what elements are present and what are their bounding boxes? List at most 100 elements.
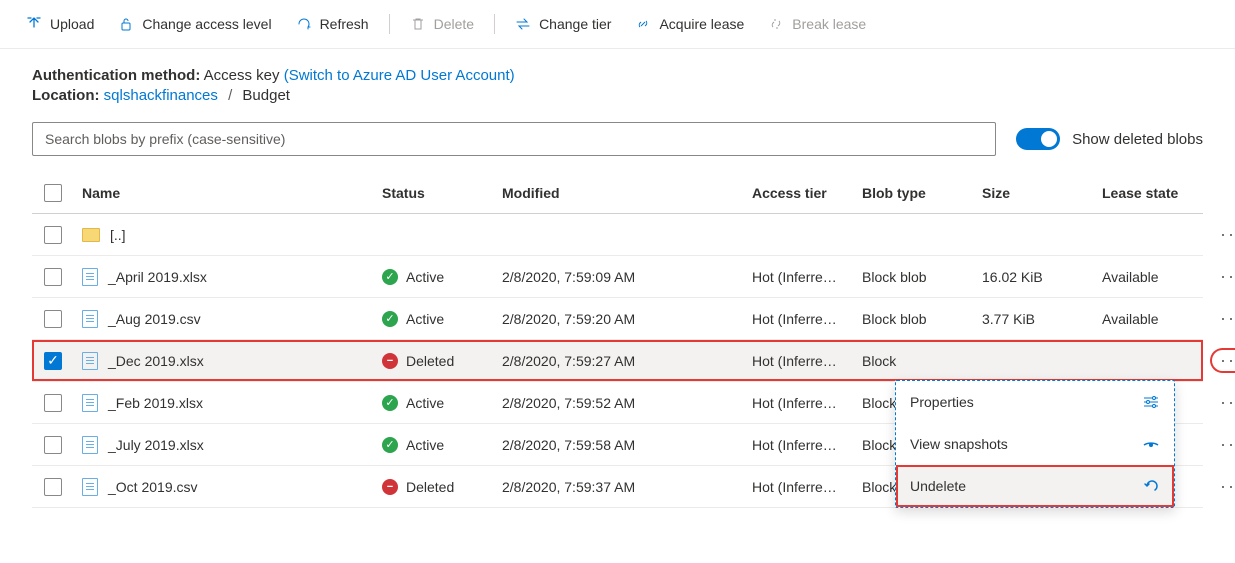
location-label: Location:	[32, 87, 100, 104]
folder-icon	[82, 228, 100, 242]
break-lease-button: Break lease	[758, 10, 876, 38]
status-deleted-icon: −	[382, 479, 398, 495]
row-checkbox[interactable]	[44, 394, 62, 412]
row-menu-button[interactable]: ···	[1212, 434, 1235, 455]
status-ok-icon: ✓	[382, 311, 398, 327]
blob-status: Active	[406, 395, 444, 411]
blob-tier: Hot (Inferre…	[752, 269, 862, 285]
blob-lease: Available	[1102, 269, 1212, 285]
sliders-icon	[1142, 393, 1160, 411]
row-checkbox[interactable]	[44, 478, 62, 496]
breadcrumb: Location: sqlshackfinances / Budget	[32, 87, 1203, 104]
context-properties[interactable]: Properties	[896, 381, 1174, 423]
eye-icon	[1142, 435, 1160, 453]
break-lease-label: Break lease	[792, 16, 866, 32]
delete-label: Delete	[434, 16, 474, 32]
row-checkbox[interactable]	[44, 436, 62, 454]
blob-size: 3.77 KiB	[982, 311, 1102, 327]
file-icon	[82, 352, 98, 370]
table-row[interactable]: ✓_Dec 2019.xlsx−Deleted2/8/2020, 7:59:27…	[32, 340, 1203, 382]
status-deleted-icon: −	[382, 353, 398, 369]
blob-modified: 2/8/2020, 7:59:52 AM	[502, 395, 752, 411]
file-icon	[82, 268, 98, 286]
blob-type: Block	[862, 353, 982, 369]
refresh-icon	[296, 16, 312, 32]
blob-lease: Available	[1102, 311, 1212, 327]
change-tier-label: Change tier	[539, 16, 611, 32]
switch-auth-link[interactable]: (Switch to Azure AD User Account)	[284, 67, 515, 84]
acquire-lease-button[interactable]: Acquire lease	[625, 10, 754, 38]
upload-icon	[26, 16, 42, 32]
row-checkbox[interactable]: ✓	[44, 352, 62, 370]
show-deleted-label: Show deleted blobs	[1072, 131, 1203, 148]
blob-modified: 2/8/2020, 7:59:09 AM	[502, 269, 752, 285]
acquire-lease-label: Acquire lease	[659, 16, 744, 32]
row-menu-button[interactable]: ···	[1212, 350, 1235, 371]
row-checkbox[interactable]	[44, 310, 62, 328]
table-row[interactable]: _April 2019.xlsx✓Active2/8/2020, 7:59:09…	[32, 256, 1203, 298]
toolbar-separator	[494, 14, 495, 34]
change-access-button[interactable]: Change access level	[108, 10, 281, 38]
file-icon	[82, 436, 98, 454]
refresh-label: Refresh	[320, 16, 369, 32]
col-modified[interactable]: Modified	[502, 185, 752, 201]
file-icon	[82, 394, 98, 412]
blob-modified: 2/8/2020, 7:59:20 AM	[502, 311, 752, 327]
context-undelete[interactable]: Undelete	[896, 465, 1174, 507]
toolbar: Upload Change access level Refresh Delet…	[0, 0, 1235, 49]
select-all-checkbox[interactable]	[44, 184, 62, 202]
col-size[interactable]: Size	[982, 185, 1102, 201]
row-menu-button[interactable]: ···	[1212, 266, 1235, 287]
row-menu-button[interactable]: ···	[1212, 392, 1235, 413]
blob-status: Active	[406, 269, 444, 285]
row-checkbox[interactable]	[44, 268, 62, 286]
table-row[interactable]: _Aug 2019.csv ✓ Active 2/8/2020, 7:59:20 AM…	[32, 298, 1203, 340]
search-input[interactable]	[32, 122, 996, 156]
row-checkbox[interactable]	[44, 226, 62, 244]
blob-type: Block blob	[862, 269, 982, 285]
row-menu-button[interactable]: ···	[1212, 308, 1235, 329]
col-status[interactable]: Status	[382, 185, 502, 201]
file-icon	[82, 478, 98, 496]
breadcrumb-separator: /	[228, 87, 232, 104]
auth-label: Authentication method:	[32, 67, 200, 84]
auth-value: Access key	[204, 67, 280, 84]
col-lease[interactable]: Lease state	[1102, 185, 1212, 201]
file-icon	[82, 310, 98, 328]
context-undelete-label: Undelete	[910, 478, 966, 494]
blob-tier: Hot (Inferre…	[752, 437, 862, 453]
blob-tier: Hot (Inferre…	[752, 395, 862, 411]
location-link[interactable]: sqlshackfinances	[104, 87, 218, 104]
blob-status: Active	[406, 311, 444, 327]
context-properties-label: Properties	[910, 394, 974, 410]
auth-method-line: Authentication method: Access key (Switc…	[32, 67, 1203, 84]
upload-button[interactable]: Upload	[16, 10, 104, 38]
row-menu-button[interactable]: ···	[1212, 224, 1235, 245]
col-name[interactable]: Name	[82, 185, 382, 201]
show-deleted-toggle[interactable]	[1016, 128, 1060, 150]
swap-icon	[515, 16, 531, 32]
blob-name: _Oct 2019.csv	[108, 479, 198, 495]
blob-status: Deleted	[406, 479, 454, 495]
change-access-label: Change access level	[142, 16, 271, 32]
blob-tier: Hot (Inferre…	[752, 311, 862, 327]
blob-type: Block blob	[862, 311, 982, 327]
undo-icon	[1142, 477, 1160, 495]
col-type[interactable]: Blob type	[862, 185, 982, 201]
blob-name: _Aug 2019.csv	[108, 311, 201, 327]
delete-button: Delete	[400, 10, 484, 38]
upload-label: Upload	[50, 16, 94, 32]
blob-tier: Hot (Inferre…	[752, 353, 862, 369]
status-ok-icon: ✓	[382, 395, 398, 411]
change-tier-button[interactable]: Change tier	[505, 10, 621, 38]
grid-header: Name Status Modified Access tier Blob ty…	[32, 172, 1203, 214]
row-menu-button[interactable]: ···	[1212, 476, 1235, 497]
refresh-button[interactable]: Refresh	[286, 10, 379, 38]
context-view-snapshots[interactable]: View snapshots	[896, 423, 1174, 465]
location-current: Budget	[242, 87, 290, 104]
status-ok-icon: ✓	[382, 269, 398, 285]
col-tier[interactable]: Access tier	[752, 185, 862, 201]
parent-row[interactable]: [..] ···	[32, 214, 1203, 256]
blob-status: Deleted	[406, 353, 454, 369]
blob-modified: 2/8/2020, 7:59:37 AM	[502, 479, 752, 495]
